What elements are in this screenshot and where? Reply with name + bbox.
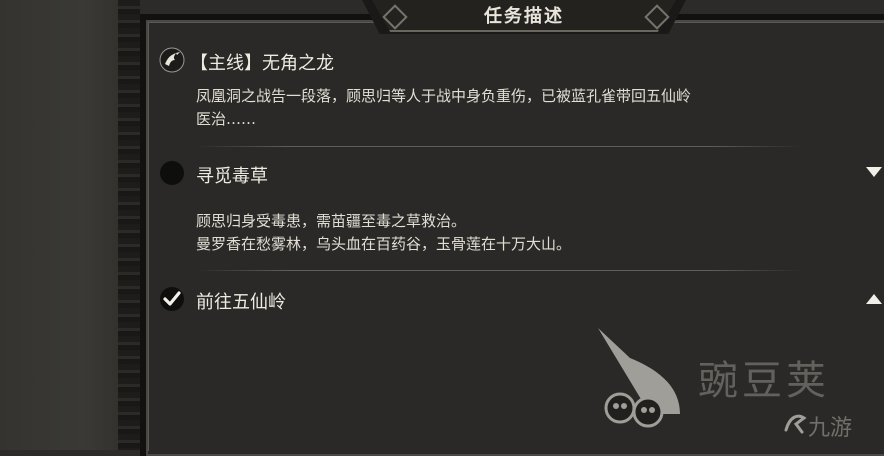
watermark-logo — [598, 328, 680, 428]
panel-border-left — [118, 0, 140, 450]
title-plate-inner: 任务描述 — [372, 0, 676, 32]
watermark-brand: 豌豆荚 — [698, 358, 830, 404]
black-circle-icon — [160, 161, 184, 185]
crane-emblem-icon — [159, 47, 185, 73]
divider — [196, 146, 802, 147]
quest-desc-line: 凤凰洞之战告一段落，顾思归等人于战中身负重伤，已被蓝孔雀带回五仙岭 — [196, 87, 692, 105]
quest-title[interactable]: 【主线】无角之龙 — [190, 49, 334, 75]
jiuyou-logo-icon — [784, 414, 807, 434]
checkmark-circle-icon — [160, 287, 184, 311]
collapse-triangle-down-icon[interactable] — [865, 165, 883, 179]
divider — [196, 270, 802, 271]
quest-title[interactable]: 前往五仙岭 — [196, 288, 286, 314]
panel-title: 任务描述 — [484, 6, 564, 27]
quest-desc-line: 顾思归身受毒患，需苗疆至毒之草救治。 — [196, 212, 467, 230]
quest-title[interactable]: 寻觅毒草 — [196, 162, 268, 188]
quest-desc-line: 曼罗香在愁雾林，乌头血在百药谷，玉骨莲在十万大山。 — [196, 235, 572, 253]
watermark-site: 九游 — [808, 416, 853, 441]
quest-desc-line: 医治…… — [196, 110, 257, 128]
expand-triangle-up-icon[interactable] — [865, 292, 883, 306]
